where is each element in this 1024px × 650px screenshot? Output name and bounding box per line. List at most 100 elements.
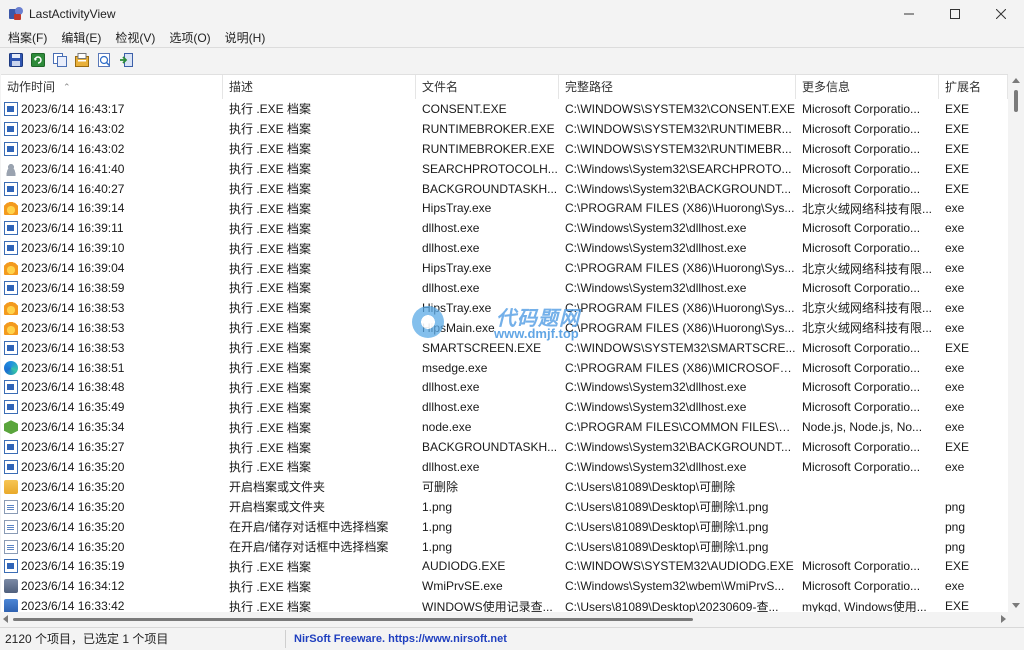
- scroll-right-icon[interactable]: [1001, 615, 1006, 623]
- table-row[interactable]: 2023/6/14 16:35:20 开启档案或文件夹 可删除 C:\Users\81…: [1, 477, 1008, 497]
- horizontal-scrollbar[interactable]: [1, 612, 1008, 626]
- cell-more-info: Node.js, Node.js, No...: [802, 420, 923, 435]
- column-header-time[interactable]: 动作时间 ⌃: [1, 75, 223, 99]
- cell-extension: exe: [945, 360, 965, 375]
- column-header-description[interactable]: 描述: [223, 75, 416, 99]
- menu-view[interactable]: 检视(V): [107, 29, 161, 46]
- nirsoft-link[interactable]: NirSoft Freeware. https://www.nirsoft.ne…: [286, 633, 507, 645]
- scroll-left-icon[interactable]: [3, 615, 8, 623]
- exe-icon: [4, 241, 18, 256]
- table-row[interactable]: 2023/6/14 16:35:20 在开启/储存对话框中选择档案 1.png C:\…: [1, 537, 1008, 557]
- cell-filename: CONSENT.EXE: [422, 101, 507, 116]
- table-row[interactable]: 2023/6/14 16:38:53 执行 .EXE 档案 HipsTray.exe…: [1, 298, 1008, 318]
- list-body: 2023/6/14 16:43:17 执行 .EXE 档案 CONSENT.EXE C…: [1, 99, 1008, 612]
- cell-more-info: Microsoft Corporatio...: [802, 340, 921, 355]
- cell-time: 2023/6/14 16:39:11: [1, 221, 223, 236]
- scroll-down-icon[interactable]: [1012, 603, 1020, 608]
- table-row[interactable]: 2023/6/14 16:39:04 执行 .EXE 档案 HipsTray.exe…: [1, 258, 1008, 278]
- menu-file[interactable]: 档案(F): [0, 29, 53, 46]
- column-header-extension[interactable]: 扩展名: [939, 75, 1008, 99]
- cell-extension: EXE: [945, 161, 970, 176]
- menu-edit[interactable]: 编辑(E): [53, 29, 107, 46]
- column-header-filename[interactable]: 文件名: [416, 75, 559, 99]
- cell-time: 2023/6/14 16:39:04: [1, 261, 223, 276]
- table-row[interactable]: 2023/6/14 16:39:10 执行 .EXE 档案 dllhost.exe C…: [1, 238, 1008, 258]
- table-row[interactable]: 2023/6/14 16:35:19 执行 .EXE 档案 AUDIODG.EXE C…: [1, 556, 1008, 576]
- menu-help[interactable]: 说明(H): [217, 29, 272, 46]
- cell-extension: exe: [945, 241, 965, 256]
- table-row[interactable]: 2023/6/14 16:33:42 执行 .EXE 档案 WINDOWS使用记录查…: [1, 596, 1008, 612]
- minimize-button[interactable]: [886, 0, 932, 28]
- folder-icon: [4, 479, 18, 494]
- cell-more-info: Microsoft Corporatio...: [802, 280, 921, 295]
- cell-description: 执行 .EXE 档案: [229, 579, 312, 594]
- table-row[interactable]: 2023/6/14 16:38:59 执行 .EXE 档案 dllhost.exe C…: [1, 278, 1008, 298]
- exe-icon: [4, 400, 18, 415]
- cell-time-text: 2023/6/14 16:41:40: [21, 161, 125, 176]
- cell-extension: exe: [945, 280, 965, 295]
- vertical-scroll-thumb[interactable]: [1014, 90, 1018, 112]
- cell-description: 执行 .EXE 档案: [229, 321, 312, 336]
- cell-more-info: Microsoft Corporatio...: [802, 141, 921, 156]
- cell-description: 执行 .EXE 档案: [229, 122, 312, 137]
- table-row[interactable]: 2023/6/14 16:35:49 执行 .EXE 档案 dllhost.exe C…: [1, 397, 1008, 417]
- table-row[interactable]: 2023/6/14 16:35:20 开启档案或文件夹 1.png C:\Users\…: [1, 497, 1008, 517]
- table-row[interactable]: 2023/6/14 16:43:17 执行 .EXE 档案 CONSENT.EXE C…: [1, 99, 1008, 119]
- activity-list[interactable]: 动作时间 ⌃ 描述 文件名 完整路径 更多信息 扩展名 2023/6/14 16:…: [1, 74, 1008, 612]
- cell-time: 2023/6/14 16:34:12: [1, 579, 223, 594]
- cell-extension: png: [945, 519, 966, 534]
- table-row[interactable]: 2023/6/14 16:38:53 执行 .EXE 档案 SMARTSCREEN.…: [1, 338, 1008, 358]
- save-icon[interactable]: [7, 51, 25, 69]
- properties-icon[interactable]: [73, 51, 91, 69]
- cell-filename: WINDOWS使用记录查...: [422, 599, 553, 612]
- table-row[interactable]: 2023/6/14 16:35:20 执行 .EXE 档案 dllhost.exe C…: [1, 457, 1008, 477]
- wmi-icon: [4, 579, 18, 594]
- cell-time-text: 2023/6/14 16:35:34: [21, 420, 125, 435]
- cell-time: 2023/6/14 16:38:53: [1, 340, 223, 355]
- column-header-fullpath[interactable]: 完整路径: [559, 75, 796, 99]
- table-row[interactable]: 2023/6/14 16:35:20 在开启/储存对话框中选择档案 1.png C:\…: [1, 517, 1008, 537]
- vertical-scrollbar[interactable]: [1008, 74, 1024, 612]
- column-header-more-info[interactable]: 更多信息: [796, 75, 939, 99]
- cell-fullpath: C:\Users\81089\Desktop\20230609-查...: [565, 599, 779, 612]
- cell-more-info: 北京火绒网络科技有限...: [802, 321, 933, 336]
- maximize-button[interactable]: [932, 0, 978, 28]
- cell-description: 执行 .EXE 档案: [229, 221, 312, 236]
- copy-icon[interactable]: [51, 51, 69, 69]
- table-row[interactable]: 2023/6/14 16:40:27 执行 .EXE 档案 BACKGROUNDTA…: [1, 179, 1008, 199]
- cell-description: 在开启/储存对话框中选择档案: [229, 540, 389, 555]
- cell-description: 开启档案或文件夹: [229, 480, 326, 495]
- cell-more-info: Microsoft Corporatio...: [802, 181, 921, 196]
- table-row[interactable]: 2023/6/14 16:39:14 执行 .EXE 档案 HipsTray.exe…: [1, 198, 1008, 218]
- table-row[interactable]: 2023/6/14 16:41:40 执行 .EXE 档案 SEARCHPROTOC…: [1, 159, 1008, 179]
- cell-time: 2023/6/14 16:38:51: [1, 360, 223, 375]
- cell-description: 执行 .EXE 档案: [229, 281, 312, 296]
- refresh-icon[interactable]: [29, 51, 47, 69]
- table-row[interactable]: 2023/6/14 16:38:48 执行 .EXE 档案 dllhost.exe C…: [1, 377, 1008, 397]
- table-row[interactable]: 2023/6/14 16:39:11 执行 .EXE 档案 dllhost.exe C…: [1, 218, 1008, 238]
- cell-filename: dllhost.exe: [422, 459, 480, 474]
- table-row[interactable]: 2023/6/14 16:34:12 执行 .EXE 档案 WmiPrvSE.exe…: [1, 576, 1008, 596]
- cell-more-info: 北京火绒网络科技有限...: [802, 201, 933, 216]
- scroll-up-icon[interactable]: [1012, 78, 1020, 83]
- horizontal-scroll-thumb[interactable]: [13, 618, 693, 621]
- table-row[interactable]: 2023/6/14 16:43:02 执行 .EXE 档案 RUNTIMEBROKE…: [1, 139, 1008, 159]
- cell-filename: node.exe: [422, 420, 472, 435]
- cell-filename: HipsTray.exe: [422, 201, 492, 216]
- table-row[interactable]: 2023/6/14 16:43:02 执行 .EXE 档案 RUNTIMEBROKE…: [1, 119, 1008, 139]
- cell-filename: 1.png: [422, 539, 453, 554]
- table-row[interactable]: 2023/6/14 16:35:27 执行 .EXE 档案 BACKGROUNDTA…: [1, 437, 1008, 457]
- cell-time: 2023/6/14 16:41:40: [1, 161, 223, 176]
- close-button[interactable]: [978, 0, 1024, 28]
- html-report-icon[interactable]: [95, 51, 113, 69]
- cell-fullpath: C:\WINDOWS\SYSTEM32\RUNTIMEBR...: [565, 141, 792, 156]
- menu-options[interactable]: 选项(O): [161, 29, 216, 46]
- table-row[interactable]: 2023/6/14 16:38:51 执行 .EXE 档案 msedge.exe C:…: [1, 358, 1008, 378]
- cell-time-text: 2023/6/14 16:38:51: [21, 360, 125, 375]
- table-row[interactable]: 2023/6/14 16:38:53 执行 .EXE 档案 HipsMain.exe…: [1, 318, 1008, 338]
- table-row[interactable]: 2023/6/14 16:35:34 执行 .EXE 档案 node.exe C:\P…: [1, 417, 1008, 437]
- cell-description: 开启档案或文件夹: [229, 500, 326, 515]
- exit-icon[interactable]: [117, 51, 135, 69]
- cell-description: 执行 .EXE 档案: [229, 102, 312, 117]
- cell-time-text: 2023/6/14 16:35:20: [21, 479, 125, 494]
